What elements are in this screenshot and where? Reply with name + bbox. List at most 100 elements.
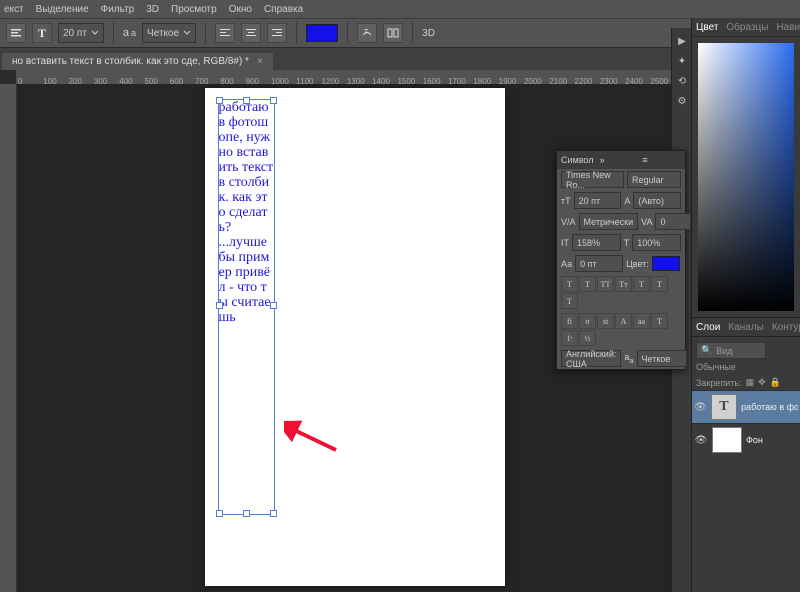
wand-icon[interactable]: ✦ bbox=[675, 54, 689, 68]
discretionary-button[interactable]: st bbox=[597, 313, 614, 329]
align-left-icon[interactable] bbox=[215, 23, 235, 43]
right-dock: Цвет Образцы Навига Слои Каналы Контуры … bbox=[691, 18, 800, 592]
tab-channels[interactable]: Каналы bbox=[728, 322, 764, 333]
char-aa-combo[interactable]: Четкое bbox=[637, 350, 687, 367]
menu-window[interactable]: Окно bbox=[229, 4, 252, 15]
gear-icon[interactable]: ⚙ bbox=[675, 94, 689, 108]
align-center-icon[interactable] bbox=[241, 23, 261, 43]
superscript-button[interactable]: T bbox=[633, 276, 650, 292]
layers-panel-tabs: Слои Каналы Контуры bbox=[692, 317, 800, 337]
color-picker[interactable] bbox=[692, 37, 800, 317]
tab-layers[interactable]: Слои bbox=[696, 322, 720, 333]
history-icon[interactable]: ⟲ bbox=[675, 74, 689, 88]
size-icon: тТ bbox=[561, 196, 571, 206]
layer-name: работаю в фо... bbox=[741, 402, 798, 412]
handle-ne[interactable] bbox=[270, 97, 277, 104]
ligatures-button[interactable]: fi bbox=[561, 313, 578, 329]
warp-text-icon[interactable]: T bbox=[357, 23, 377, 43]
lock-position-icon[interactable]: ✥ bbox=[758, 377, 766, 388]
type-style-row1: T T TT Tт T T T bbox=[557, 274, 685, 311]
hscale-icon: T bbox=[624, 238, 630, 248]
close-icon[interactable]: × bbox=[257, 56, 263, 67]
layer-name: Фон bbox=[746, 435, 763, 445]
smallcaps-button[interactable]: Tт bbox=[615, 276, 632, 292]
tab-swatches[interactable]: Образцы bbox=[726, 22, 768, 33]
svg-text:T: T bbox=[364, 29, 369, 36]
char-color-swatch[interactable] bbox=[652, 256, 680, 271]
character-panel-title[interactable]: Символ » ≡ bbox=[557, 151, 685, 169]
layer-filter-combo[interactable]: 🔍 Вид bbox=[696, 342, 766, 359]
font-family-combo[interactable]: Times New Ro... bbox=[561, 171, 624, 188]
lock-pixels-icon[interactable]: ▦ bbox=[746, 377, 755, 388]
text-layer-box[interactable]: работаю в фотошопе, нужно вставить текст… bbox=[218, 99, 275, 515]
strikethrough-button[interactable]: T bbox=[561, 293, 578, 309]
lock-row: Закрепить: ▦ ✥ 🔒 bbox=[692, 375, 800, 390]
lock-all-icon[interactable]: 🔒 bbox=[770, 377, 781, 388]
3d-button[interactable]: 3D bbox=[422, 28, 435, 39]
vscale-icon: IT bbox=[561, 238, 569, 248]
handle-e[interactable] bbox=[270, 302, 277, 309]
font-style-combo[interactable]: Regular bbox=[627, 171, 681, 188]
vscale-combo[interactable]: 158% bbox=[572, 234, 621, 251]
type-style-row2: fi σ st A aa T 1ˢ ½ bbox=[557, 311, 685, 348]
play-icon[interactable]: ▶ bbox=[675, 34, 689, 48]
tab-paths[interactable]: Контуры bbox=[772, 322, 800, 333]
menu-bar: екст Выделение Фильтр 3D Просмотр Окно С… bbox=[0, 0, 800, 19]
text-orientation-icon[interactable] bbox=[6, 23, 26, 43]
menu-select[interactable]: Выделение bbox=[36, 4, 89, 15]
document-page: работаю в фотошопе, нужно вставить текст… bbox=[205, 88, 505, 586]
language-combo[interactable]: Английский: США bbox=[561, 350, 621, 367]
tracking-combo[interactable]: 0 bbox=[655, 213, 691, 230]
menu-icon[interactable]: ≡ bbox=[642, 155, 681, 165]
hscale-combo[interactable]: 100% bbox=[632, 234, 681, 251]
subscript-button[interactable]: T bbox=[651, 276, 668, 292]
handle-n[interactable] bbox=[243, 97, 250, 104]
baseline-combo[interactable]: 0 пт bbox=[575, 255, 623, 272]
titling-button[interactable]: T bbox=[651, 313, 668, 329]
layer-thumb-bg bbox=[712, 427, 742, 453]
layer-background[interactable]: 👁 Фон bbox=[692, 423, 800, 456]
allcaps-button[interactable]: TT bbox=[597, 276, 614, 292]
stylistic-button[interactable]: aa bbox=[633, 313, 650, 329]
handle-s[interactable] bbox=[243, 510, 250, 517]
handle-w[interactable] bbox=[216, 302, 223, 309]
menu-help[interactable]: Справка bbox=[264, 4, 303, 15]
leading-combo[interactable]: (Авто) bbox=[633, 192, 681, 209]
handle-sw[interactable] bbox=[216, 510, 223, 517]
ordinals-button[interactable]: 1ˢ bbox=[561, 330, 578, 346]
color-label: Цвет: bbox=[626, 259, 649, 269]
panels-icon[interactable] bbox=[383, 23, 403, 43]
ruler-vertical bbox=[0, 84, 17, 592]
type-tool-icon[interactable]: T bbox=[32, 23, 52, 43]
antialias-combo[interactable]: Четкое bbox=[142, 23, 196, 43]
annotation-arrow bbox=[284, 420, 344, 460]
color-panel-tabs: Цвет Образцы Навига bbox=[692, 18, 800, 37]
kerning-icon: V/A bbox=[561, 217, 576, 227]
tab-navigator[interactable]: Навига bbox=[776, 22, 800, 33]
tracking-icon: VA bbox=[641, 217, 652, 227]
tab-color[interactable]: Цвет bbox=[696, 22, 718, 33]
fractions-button[interactable]: ½ bbox=[579, 330, 596, 346]
text-color-swatch[interactable] bbox=[306, 24, 338, 42]
font-size-combo[interactable]: 20 пт bbox=[58, 23, 104, 43]
visibility-icon[interactable]: 👁 bbox=[694, 433, 708, 447]
kerning-combo[interactable]: Метрически bbox=[579, 213, 639, 230]
visibility-icon[interactable]: 👁 bbox=[694, 400, 707, 414]
faux-bold-button[interactable]: T bbox=[561, 276, 578, 292]
align-right-icon[interactable] bbox=[267, 23, 287, 43]
collapse-icon[interactable]: » bbox=[600, 155, 639, 165]
faux-italic-button[interactable]: T bbox=[579, 276, 596, 292]
menu-text[interactable]: екст bbox=[4, 4, 24, 15]
alternates-button[interactable]: σ bbox=[579, 313, 596, 329]
document-tab[interactable]: но вставить текст в столбик. как это сде… bbox=[2, 53, 273, 70]
handle-nw[interactable] bbox=[216, 97, 223, 104]
menu-filter[interactable]: Фильтр bbox=[101, 4, 135, 15]
layer-text[interactable]: 👁 T работаю в фо... bbox=[692, 390, 800, 423]
character-panel[interactable]: Символ » ≡ Times New Ro... Regular тТ 20… bbox=[556, 150, 686, 370]
leading-icon: А bbox=[624, 196, 630, 206]
font-size-combo2[interactable]: 20 пт bbox=[574, 192, 622, 209]
swash-button[interactable]: A bbox=[615, 313, 632, 329]
handle-se[interactable] bbox=[270, 510, 277, 517]
menu-3d[interactable]: 3D bbox=[146, 4, 159, 15]
menu-view[interactable]: Просмотр bbox=[171, 4, 217, 15]
